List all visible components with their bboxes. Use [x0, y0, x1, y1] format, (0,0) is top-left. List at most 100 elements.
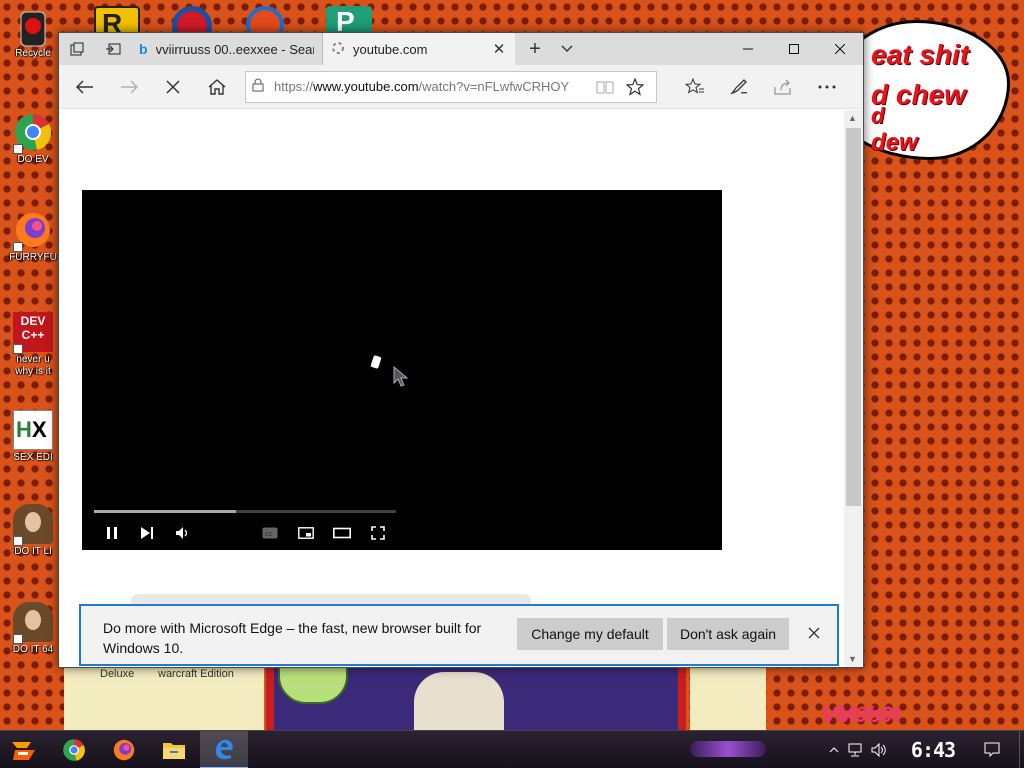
chevron-up-icon: [829, 747, 839, 753]
set-tabs-aside-button[interactable]: [59, 33, 95, 65]
taskbar-edge[interactable]: [200, 731, 248, 768]
start-button[interactable]: [0, 731, 48, 768]
title-bar: b vviirruuss 00..eexxee - Searc youtube.…: [59, 33, 863, 65]
chrome-icon: [13, 112, 53, 154]
taskbar-clock[interactable]: 6:43 PM: [900, 735, 966, 765]
pause-button[interactable]: [101, 522, 123, 544]
forward-button[interactable]: [107, 69, 151, 105]
pause-icon: [107, 527, 117, 539]
desktop-icon-hex-editor[interactable]: HX X SEX EDI: [4, 410, 62, 464]
desktop-icon-recycle[interactable]: Recycle: [4, 6, 62, 60]
new-tab-button[interactable]: +: [515, 33, 555, 65]
tab-title: youtube.com: [353, 41, 428, 57]
loading-spinner-icon: [331, 41, 345, 58]
chrome-icon: [63, 739, 85, 761]
loading-spinner-icon: [370, 355, 382, 369]
tab-search[interactable]: b vviirruuss 00..eexxee - Searc: [131, 33, 323, 65]
home-icon: [208, 78, 226, 95]
scrollbar-thumb[interactable]: [846, 128, 861, 506]
action-center-button[interactable]: [982, 739, 1002, 761]
desktop-icon-label: SEX EDI: [13, 452, 53, 463]
volume-tray-button[interactable]: [870, 739, 890, 761]
page-scrollbar[interactable]: ▲ ▼: [844, 110, 863, 667]
taskbar-chrome[interactable]: [50, 731, 98, 768]
notification-close-button[interactable]: [805, 624, 823, 642]
dev-cpp-logo-text: DEV C++: [20, 314, 46, 342]
share-icon: [774, 79, 791, 95]
address-bar[interactable]: https://www.youtube.com/watch?v=nFLwfwCR…: [245, 70, 657, 103]
tabs-set-aside-list-button[interactable]: [95, 33, 131, 65]
stop-loading-button[interactable]: [151, 69, 195, 105]
portrait-icon: [13, 602, 53, 644]
web-note-button[interactable]: [717, 69, 761, 105]
theater-mode-button[interactable]: [331, 522, 353, 544]
desktop-icon-chrome[interactable]: DO EV: [4, 112, 62, 166]
tab-list-dropdown[interactable]: [555, 33, 579, 65]
bubble-text-2: d chew: [871, 79, 966, 110]
back-button[interactable]: [63, 69, 107, 105]
desktop-icon-portrait-2[interactable]: DO IT 64: [4, 602, 62, 656]
default-browser-notification: Do more with Microsoft Edge – the fast, …: [79, 604, 839, 666]
url-text: https://www.youtube.com/watch?v=nFLwfwCR…: [274, 79, 590, 94]
fullscreen-icon: [371, 526, 385, 540]
scroll-down-arrow-icon[interactable]: ▼: [848, 654, 857, 664]
maximize-button[interactable]: [771, 33, 817, 65]
page-viewport: cc Do more with Microsoft Edge – the fas…: [59, 110, 844, 667]
settings-more-button[interactable]: [805, 69, 849, 105]
star-icon: [626, 77, 644, 96]
plus-icon: +: [529, 37, 541, 60]
add-favorite-button[interactable]: [620, 77, 650, 96]
maximize-icon: [789, 44, 799, 54]
tab-youtube[interactable]: youtube.com ✕: [323, 33, 515, 65]
next-video-button[interactable]: [136, 522, 158, 544]
skip-next-icon: [141, 527, 153, 539]
captions-button[interactable]: cc: [259, 522, 281, 544]
desktop-icon-portrait-1[interactable]: DO IT LI: [4, 504, 62, 558]
wallpaper-strip-left: Deluxe warcraft Edition: [64, 668, 264, 730]
tab-title: vviirruuss 00..eexxee - Searc: [155, 41, 314, 57]
video-controls: cc: [82, 518, 722, 546]
change-default-button[interactable]: Change my default: [517, 618, 663, 650]
shortcut-arrow-icon: [13, 144, 23, 154]
recycle-bin-icon: [13, 6, 53, 47]
desktop-icon-firefox[interactable]: FURRYFU: [4, 210, 62, 264]
bing-icon: b: [139, 41, 148, 57]
share-button[interactable]: [761, 69, 805, 105]
minimize-button[interactable]: [725, 33, 771, 65]
scroll-up-arrow-icon[interactable]: ▲: [848, 113, 857, 123]
start-logo-icon: [12, 742, 35, 760]
close-icon: [166, 79, 180, 94]
desktop-icon-label: never u: [16, 354, 50, 365]
close-icon: [808, 627, 820, 639]
volume-button[interactable]: [172, 522, 194, 544]
strip-label-warcraft: warcraft Edition: [158, 668, 234, 680]
tab-previews-icon: [106, 43, 121, 55]
taskbar-wallpaper-accent: [690, 741, 766, 757]
desktop-icon-dev-cpp[interactable]: DEV C++ never u why is it: [4, 312, 62, 378]
desktop-icon-label: FURRYFU: [9, 252, 57, 263]
closed-captions-icon: cc: [262, 527, 278, 539]
desktop-icon-label: DO IT 64: [12, 644, 54, 655]
reading-view-button[interactable]: [590, 80, 620, 94]
favorites-hub-button[interactable]: [673, 69, 717, 105]
close-window-button[interactable]: [817, 33, 863, 65]
video-player[interactable]: cc: [82, 190, 722, 550]
show-hidden-icons-button[interactable]: [826, 739, 842, 761]
home-button[interactable]: [195, 69, 239, 105]
tab-close-icon[interactable]: ✕: [491, 40, 507, 58]
folder-icon: [163, 743, 185, 759]
taskbar-file-explorer[interactable]: [150, 731, 198, 768]
more-dots-icon: [818, 85, 836, 88]
network-button[interactable]: [846, 739, 866, 761]
show-desktop-button[interactable]: [1019, 731, 1024, 768]
dont-ask-again-button[interactable]: Don't ask again: [667, 618, 789, 650]
bubble-text-1: eat shit: [871, 39, 970, 70]
desktop-icon-label-line2: why is it: [15, 366, 51, 377]
url-scheme: https://: [274, 79, 314, 94]
miniplayer-button[interactable]: [295, 522, 317, 544]
wallpaper-watermark: VM0b0t: [822, 702, 901, 727]
fullscreen-button[interactable]: [367, 522, 389, 544]
taskbar-firefox[interactable]: [100, 731, 148, 768]
video-progress-track[interactable]: [94, 510, 396, 513]
url-host: www.youtube.com: [313, 79, 419, 94]
